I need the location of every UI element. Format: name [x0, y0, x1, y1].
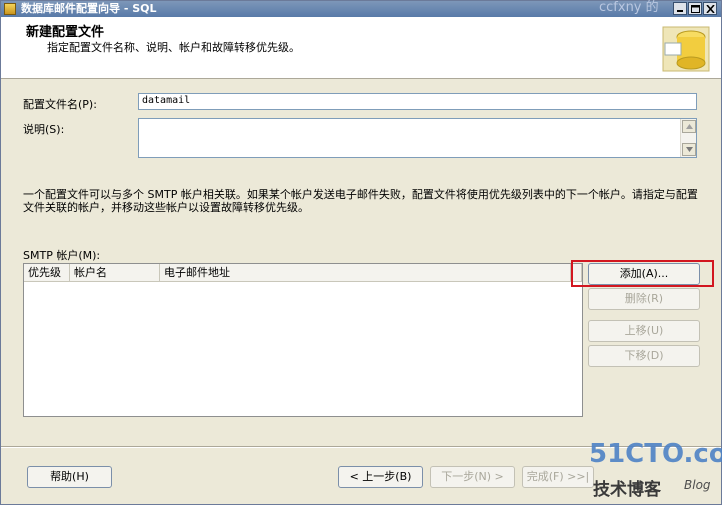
arrow-up-icon — [686, 124, 693, 129]
scroll-up-button[interactable] — [682, 120, 696, 133]
highlight-box — [571, 260, 714, 287]
column-header-priority[interactable]: 优先级 — [24, 264, 70, 282]
arrow-down-icon — [686, 147, 693, 152]
close-button[interactable] — [703, 2, 717, 15]
watermark-blog-en: Blog — [684, 478, 711, 492]
move-down-button[interactable]: 下移(D) — [588, 345, 700, 367]
close-icon — [706, 5, 715, 13]
move-up-button[interactable]: 上移(U) — [588, 320, 700, 342]
watermark-51cto: 51CTO.com — [589, 439, 722, 469]
minimize-button[interactable] — [673, 2, 687, 15]
profile-name-label: 配置文件名(P): — [23, 98, 97, 111]
next-button[interactable]: 下一步(N) > — [430, 466, 515, 488]
smtp-accounts-grid[interactable]: 优先级 帐户名 电子邮件地址 — [23, 263, 583, 417]
smtp-accounts-label: SMTP 帐户(M): — [23, 249, 101, 262]
column-header-account-name[interactable]: 帐户名 — [70, 264, 160, 282]
database-icon — [662, 26, 710, 72]
wizard-window: 数据库邮件配置向导 - SQL ccfxny 的 新建配置文件 指定配置文件名称… — [0, 0, 722, 505]
page-title: 新建配置文件 — [26, 25, 105, 40]
delete-account-button[interactable]: 删除(R) — [588, 288, 700, 310]
maximize-button[interactable] — [688, 2, 702, 15]
info-text: 一个配置文件可以与多个 SMTP 帐户相关联。如果某个帐户发送电子邮件失败，配置… — [23, 188, 698, 214]
database-mail-icon — [4, 3, 16, 15]
watermark-blog-cn: 技术博客 — [593, 480, 661, 500]
help-button[interactable]: 帮助(H) — [27, 466, 112, 488]
description-input[interactable] — [138, 118, 697, 158]
title-bar[interactable]: 数据库邮件配置向导 - SQL ccfxny 的 — [1, 0, 721, 17]
page-subtitle: 指定配置文件名称、说明、帐户和故障转移优先级。 — [47, 41, 300, 54]
watermark-top: ccfxny 的 — [599, 0, 659, 15]
column-header-email-address[interactable]: 电子邮件地址 — [160, 264, 571, 282]
minimize-icon — [677, 10, 683, 12]
description-scrollbar[interactable] — [680, 119, 696, 157]
description-label: 说明(S): — [23, 123, 65, 136]
window-title: 数据库邮件配置向导 - SQL — [21, 2, 157, 15]
back-button[interactable]: < 上一步(B) — [338, 466, 423, 488]
profile-name-input[interactable]: datamail — [138, 93, 697, 110]
finish-button[interactable]: 完成(F) >>| — [522, 466, 594, 488]
maximize-icon — [691, 5, 700, 13]
scroll-down-button[interactable] — [682, 143, 696, 156]
wizard-header: 新建配置文件 指定配置文件名称、说明、帐户和故障转移优先级。 — [1, 17, 721, 79]
